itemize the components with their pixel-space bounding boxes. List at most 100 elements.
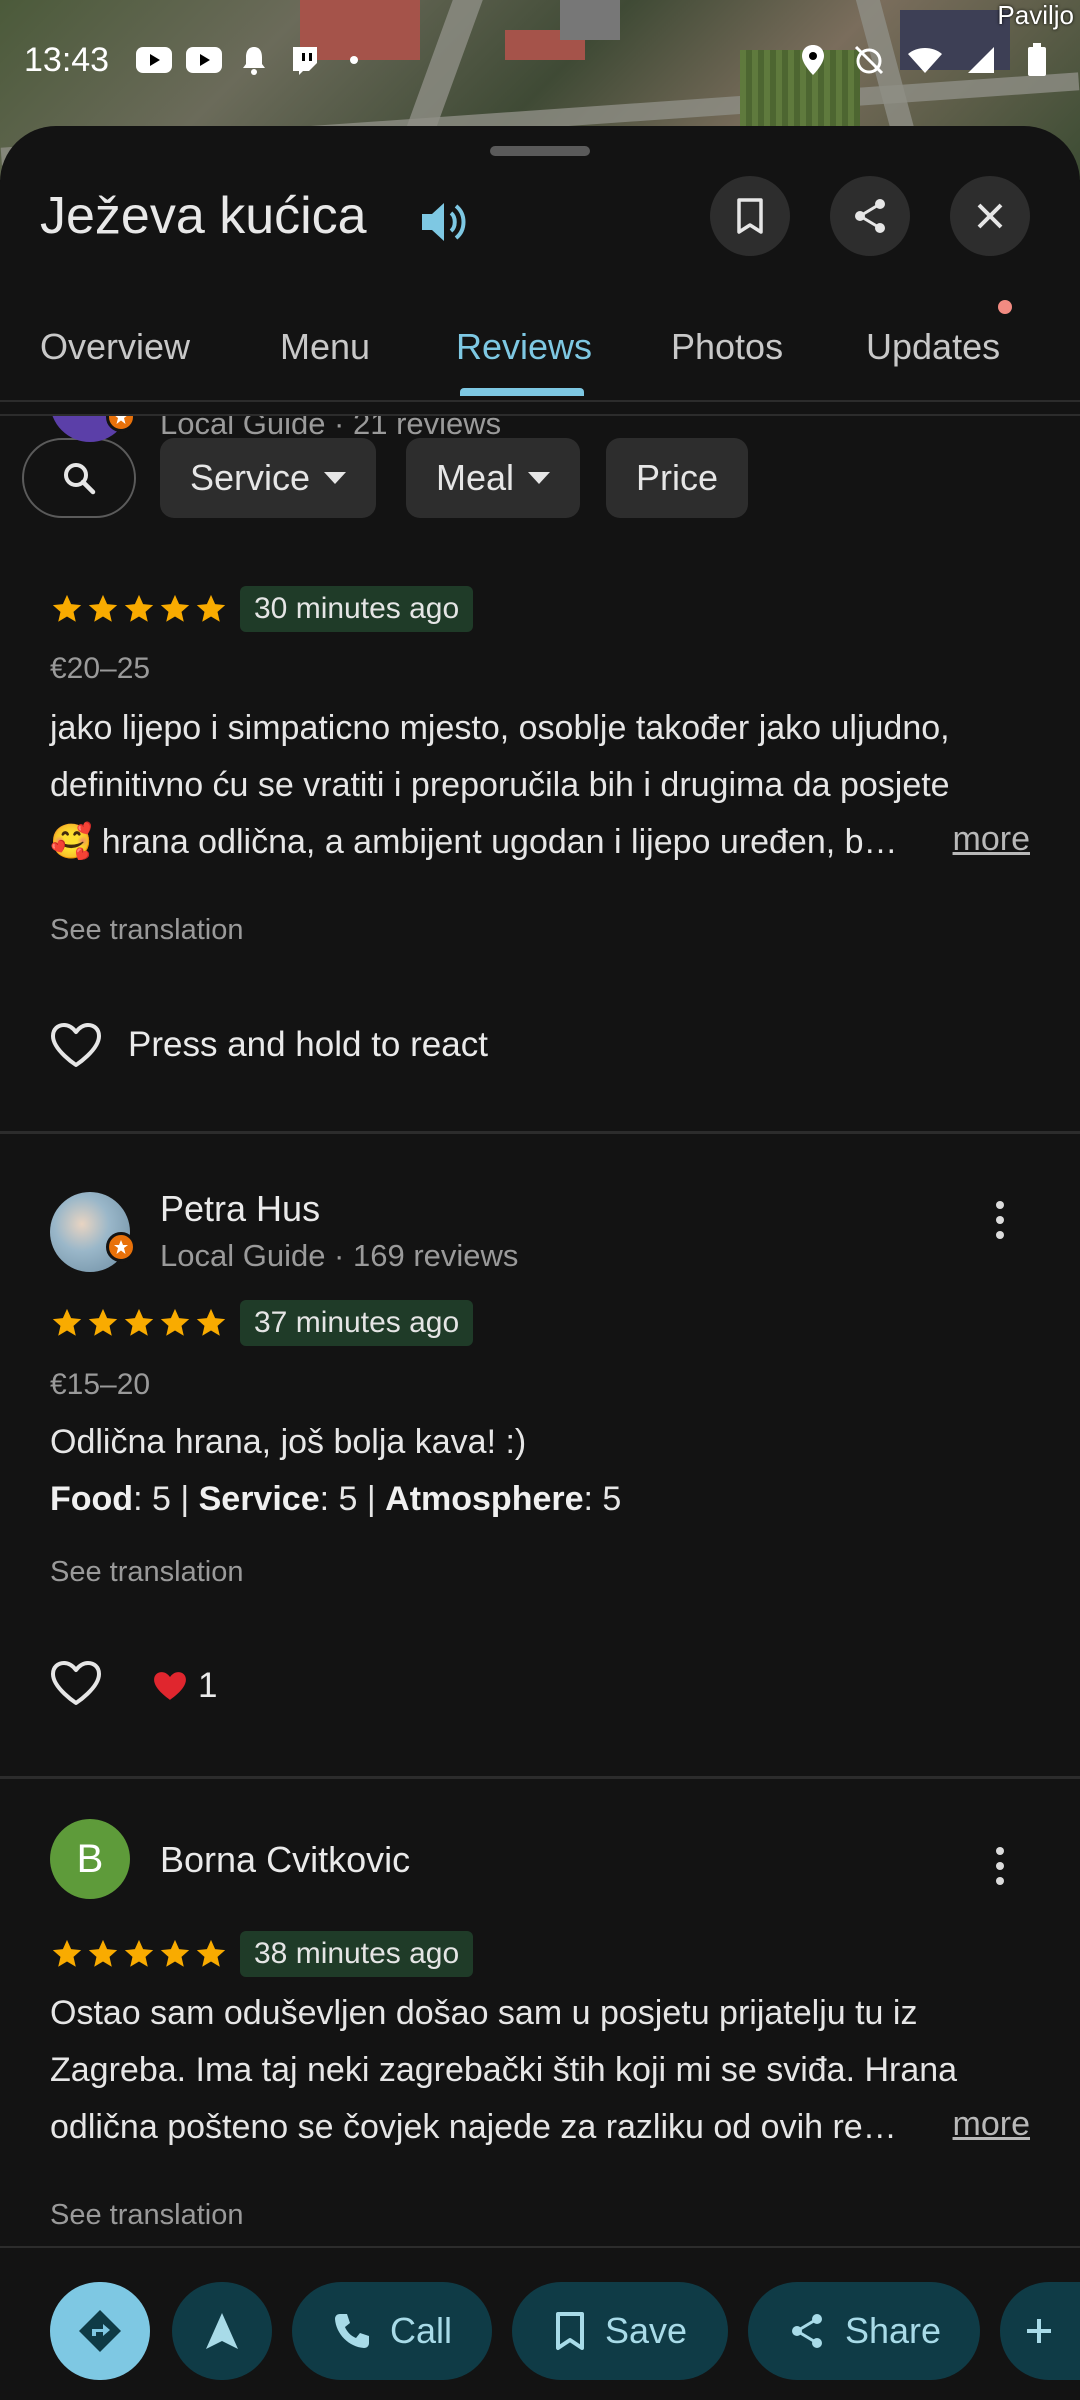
review-time-badge: 38 minutes ago	[240, 1931, 474, 1977]
signal-icon	[962, 44, 1000, 76]
star-rating	[50, 1306, 228, 1340]
review-text[interactable]: Ostao sam oduševljen došao sam u posjetu…	[50, 1985, 1040, 2156]
red-heart-icon	[154, 1672, 186, 1700]
sheet-drag-handle[interactable]	[490, 146, 590, 156]
reviewer-meta: Local Guide · 169 reviews	[160, 1238, 519, 1273]
price-range: €20–25	[50, 652, 151, 685]
review-text-line: Ostao sam oduševljen došao sam u posjetu…	[50, 1994, 918, 2032]
more-options-icon[interactable]	[980, 1836, 1020, 1896]
review-time-badge: 30 minutes ago	[240, 586, 474, 632]
share-icon	[855, 199, 885, 233]
avatar[interactable]: B	[50, 1819, 130, 1899]
review-text-line: Zagreba. Ima taj neki zagrebački štih ko…	[50, 2051, 958, 2089]
react-button[interactable]: Press and hold to react	[50, 1022, 488, 1068]
tab-bar: Overview Menu Reviews Photos Updates	[0, 292, 1080, 402]
place-title: Ježeva kućica	[40, 187, 367, 245]
more-actions-button[interactable]	[1000, 2282, 1080, 2380]
see-translation-link[interactable]: See translation	[50, 2199, 243, 2232]
review-text[interactable]: jako lijepo i simpaticno mjesto, osoblje…	[50, 700, 1040, 871]
bottom-action-bar: Call Save Share	[0, 2246, 1080, 2400]
more-options-icon[interactable]	[980, 1190, 1020, 1250]
reviews-list[interactable]: Local Guide · 21 reviews 30 minutes ago …	[0, 416, 1080, 2246]
alarm-off-icon	[850, 44, 888, 76]
directions-icon	[79, 2310, 121, 2352]
active-tab-indicator	[460, 388, 584, 396]
review-text-line: definitivno ću se vratiti i preporučila …	[50, 766, 950, 804]
tab-photos[interactable]: Photos	[671, 292, 783, 402]
more-link[interactable]: more	[953, 2105, 1030, 2144]
reviewer-name[interactable]: Petra Hus	[160, 1188, 320, 1230]
directions-button[interactable]	[50, 2282, 150, 2380]
react-button[interactable]	[50, 1660, 102, 1706]
more-link[interactable]: more	[953, 820, 1030, 859]
dot-icon	[335, 44, 373, 76]
reaction-count-value: 1	[198, 1666, 218, 1705]
see-translation-link[interactable]: See translation	[50, 914, 243, 947]
star-icon	[160, 1939, 190, 1967]
phone-icon	[334, 2314, 369, 2348]
star-icon	[88, 594, 118, 622]
call-label: Call	[389, 2310, 452, 2351]
tab-reviews[interactable]: Reviews	[456, 292, 592, 402]
star-icon	[52, 1939, 82, 1967]
star-rating	[50, 592, 228, 626]
react-label: Press and hold to react	[128, 1025, 488, 1064]
share-header-button[interactable]	[830, 176, 910, 256]
price-range: €15–20	[50, 1368, 151, 1401]
bookmark-icon	[737, 198, 763, 234]
star-icon	[88, 1939, 118, 1967]
start-navigation-button[interactable]	[172, 2282, 272, 2380]
reviewer-name[interactable]: Borna Cvitkovic	[160, 1839, 410, 1881]
twitch-icon	[285, 44, 323, 76]
heart-outline-icon	[51, 1023, 101, 1067]
star-icon	[196, 1308, 226, 1336]
tab-updates[interactable]: Updates	[866, 292, 1000, 402]
bell-icon	[235, 44, 273, 76]
bookmark-icon	[555, 2312, 584, 2350]
save-button[interactable]: Save	[512, 2282, 728, 2380]
speaker-icon[interactable]	[416, 194, 472, 250]
place-header: Ježeva kućica	[0, 168, 1080, 268]
star-icon	[196, 1939, 226, 1967]
star-icon	[160, 1308, 190, 1336]
reviewer-meta: Local Guide · 21 reviews	[160, 416, 502, 441]
close-button[interactable]	[950, 176, 1030, 256]
bookmark-button[interactable]	[710, 176, 790, 256]
status-bar: 13:43	[0, 30, 1080, 90]
tab-overview[interactable]: Overview	[40, 292, 190, 402]
star-icon	[52, 594, 82, 622]
star-icon	[196, 594, 226, 622]
navigation-arrow-icon	[206, 2313, 238, 2349]
wifi-icon	[906, 44, 944, 76]
review-divider	[0, 1131, 1080, 1134]
star-rating	[50, 1937, 228, 1971]
star-icon	[52, 1308, 82, 1336]
plus-icon	[1027, 2319, 1051, 2343]
close-icon	[977, 203, 1003, 229]
see-translation-link[interactable]: See translation	[50, 1556, 243, 1589]
youtube-icon	[185, 44, 223, 76]
local-guide-badge-icon	[106, 1232, 136, 1262]
updates-notification-dot	[998, 300, 1012, 314]
review-aspects: Food: 5 | Service: 5 | Atmosphere: 5	[50, 1480, 622, 1518]
location-icon	[794, 44, 832, 76]
review-text[interactable]: Odlična hrana, još bolja kava! :) Food: …	[50, 1414, 1040, 1528]
review-time-badge: 37 minutes ago	[240, 1300, 474, 1346]
review-text-line: jako lijepo i simpaticno mjesto, osoblje…	[50, 709, 950, 747]
review-text-line: 🥰 hrana odlična, a ambijent ugodan i lij…	[50, 823, 898, 861]
call-button[interactable]: Call	[292, 2282, 492, 2380]
youtube-icon	[135, 44, 173, 76]
reaction-count[interactable]: 1	[152, 1666, 217, 1706]
star-icon	[88, 1308, 118, 1336]
heart-outline-icon	[51, 1661, 101, 1705]
share-label: Share	[844, 2310, 942, 2351]
tab-menu[interactable]: Menu	[280, 292, 370, 402]
star-icon	[160, 594, 190, 622]
star-icon	[124, 1939, 154, 1967]
battery-icon	[1018, 43, 1056, 76]
save-label: Save	[604, 2310, 688, 2351]
share-button[interactable]: Share	[748, 2282, 980, 2380]
map-place-label: Paviljo	[997, 0, 1074, 30]
review-text-line: Odlična hrana, još bolja kava! :)	[50, 1423, 527, 1461]
star-icon	[124, 1308, 154, 1336]
